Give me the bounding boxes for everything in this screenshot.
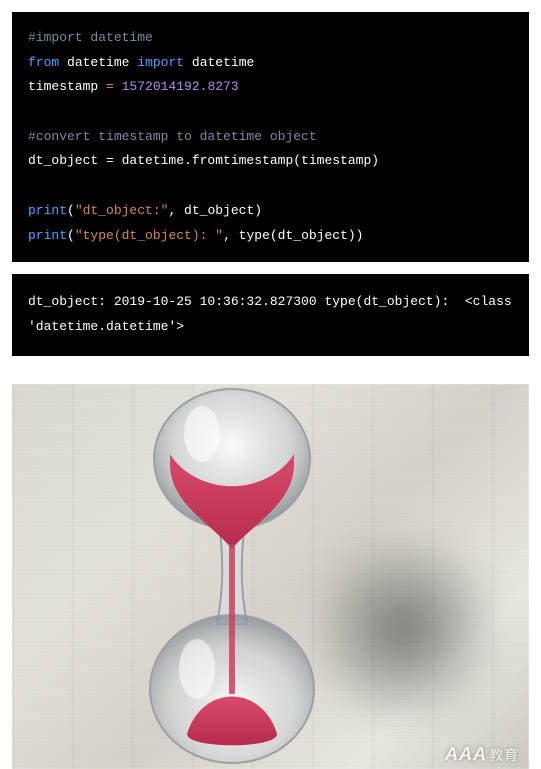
code-line: dt_object = datetime.fromtimestamp(times… (28, 153, 379, 168)
fn-print: print (28, 228, 67, 243)
code-comment: #import datetime (28, 30, 153, 45)
code-block: #import datetime from datetime import da… (12, 12, 529, 262)
number-literal: 1572014192.8273 (122, 79, 239, 94)
watermark-main: AAA (445, 744, 487, 764)
paren: ( (67, 203, 75, 218)
module-name: datetime (67, 55, 129, 70)
fn-print: print (28, 203, 67, 218)
kw-import: import (137, 55, 184, 70)
watermark-sub: 教育 (489, 747, 519, 763)
code-comment: #convert timestamp to datetime object (28, 129, 317, 144)
hourglass-icon (132, 384, 332, 769)
string-literal: "type(dt_object): " (75, 228, 223, 243)
code-rest: , type(dt_object)) (223, 228, 363, 243)
operator: = (98, 79, 121, 94)
string-literal: "dt_object:" (75, 203, 169, 218)
kw-from: from (28, 55, 59, 70)
module-name: datetime (192, 55, 254, 70)
output-text: dt_object: 2019-10-25 10:36:32.827300 ty… (28, 294, 520, 334)
watermark: AAA教育 (445, 744, 519, 765)
paren: ( (67, 228, 75, 243)
var-name: timestamp (28, 79, 98, 94)
output-block: dt_object: 2019-10-25 10:36:32.827300 ty… (12, 274, 529, 355)
code-rest: , dt_object) (168, 203, 262, 218)
hourglass-image: AAA教育 (12, 384, 529, 769)
